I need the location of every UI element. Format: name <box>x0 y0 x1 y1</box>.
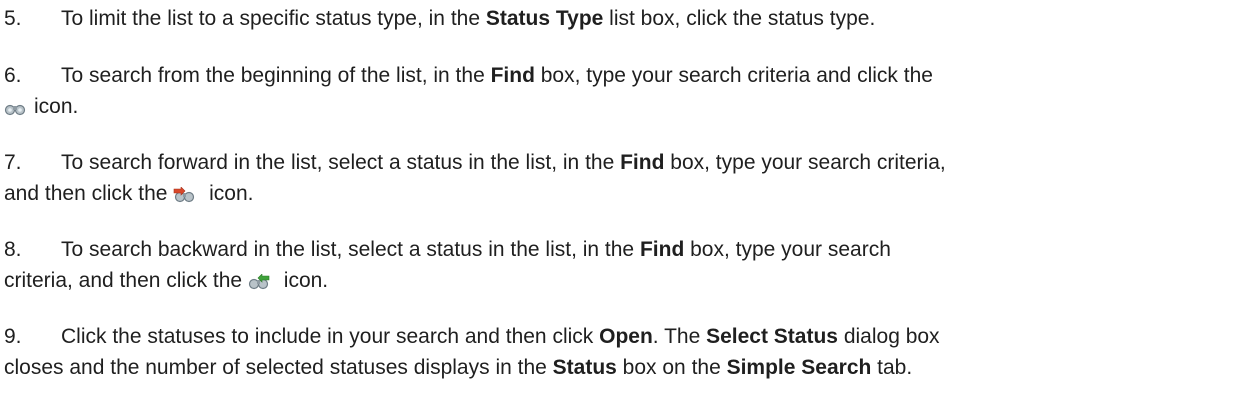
step-text: box, type your search criteria and click… <box>534 64 933 87</box>
ui-term: Find <box>639 238 685 261</box>
step-5: 5. To limit the list to a specific status… <box>4 3 1244 34</box>
step-number: 8. <box>4 238 22 261</box>
ui-term: Status Type <box>485 7 604 30</box>
step-text: criteria, and then click the <box>4 269 248 292</box>
step-line: 6. To search from the beginning of the li… <box>4 60 1244 91</box>
step-8: 8. To search backward in the list, select… <box>4 234 1244 296</box>
step-number: 6. <box>4 64 22 87</box>
find-next-binoculars-icon <box>173 187 195 203</box>
step-number: 5. <box>4 7 22 30</box>
step-text: box on the <box>616 356 727 379</box>
step-line: icon. <box>4 91 1244 122</box>
step-9: 9. Click the statuses to include in your … <box>4 321 1244 383</box>
step-text: To search from the beginning of the list… <box>61 64 491 87</box>
step-line: and then click the icon. <box>4 178 1244 209</box>
step-text: box, type your search <box>684 238 891 261</box>
step-text: tab. <box>871 356 913 379</box>
step-line: 9. Click the statuses to include in your … <box>4 321 1244 352</box>
step-text: To search backward in the list, select a… <box>61 238 640 261</box>
step-line: 8. To search backward in the list, select… <box>4 234 1244 265</box>
step-text: To search forward in the list, select a … <box>61 151 621 174</box>
step-line: closes and the number of selected status… <box>4 352 1244 383</box>
ui-term: Find <box>490 64 535 87</box>
step-text: list box, click the status type. <box>603 7 876 30</box>
step-text: . The <box>652 325 707 348</box>
ui-term: Select Status <box>706 325 838 348</box>
document-page: { "steps": [ { "number": "5.", "parts": … <box>0 0 1252 420</box>
step-text: icon. <box>34 95 79 118</box>
step-line: 7. To search forward in the list, select … <box>4 147 1244 178</box>
step-text: box, type your search criteria, <box>664 151 946 174</box>
step-text: dialog box <box>837 325 940 348</box>
ui-term: Simple Search <box>726 356 872 379</box>
step-text: closes and the number of selected status… <box>4 356 553 379</box>
find-previous-binoculars-icon <box>248 274 270 290</box>
ui-term: Status <box>552 356 617 379</box>
step-text: icon. <box>277 269 329 292</box>
ui-term: Open <box>599 325 653 348</box>
step-7: 7. To search forward in the list, select … <box>4 147 1244 209</box>
step-number: 9. <box>4 325 22 348</box>
step-text: icon. <box>203 182 254 205</box>
step-6: 6. To search from the beginning of the li… <box>4 60 1244 122</box>
step-text: and then click the <box>4 182 174 205</box>
step-line: criteria, and then click the icon. <box>4 265 1244 296</box>
step-text: Click the statuses to include in your se… <box>61 325 600 348</box>
step-text: To limit the list to a specific status t… <box>61 7 486 30</box>
ui-term: Find <box>620 151 665 174</box>
find-first-binoculars-icon <box>4 100 26 116</box>
step-number: 7. <box>4 151 22 174</box>
